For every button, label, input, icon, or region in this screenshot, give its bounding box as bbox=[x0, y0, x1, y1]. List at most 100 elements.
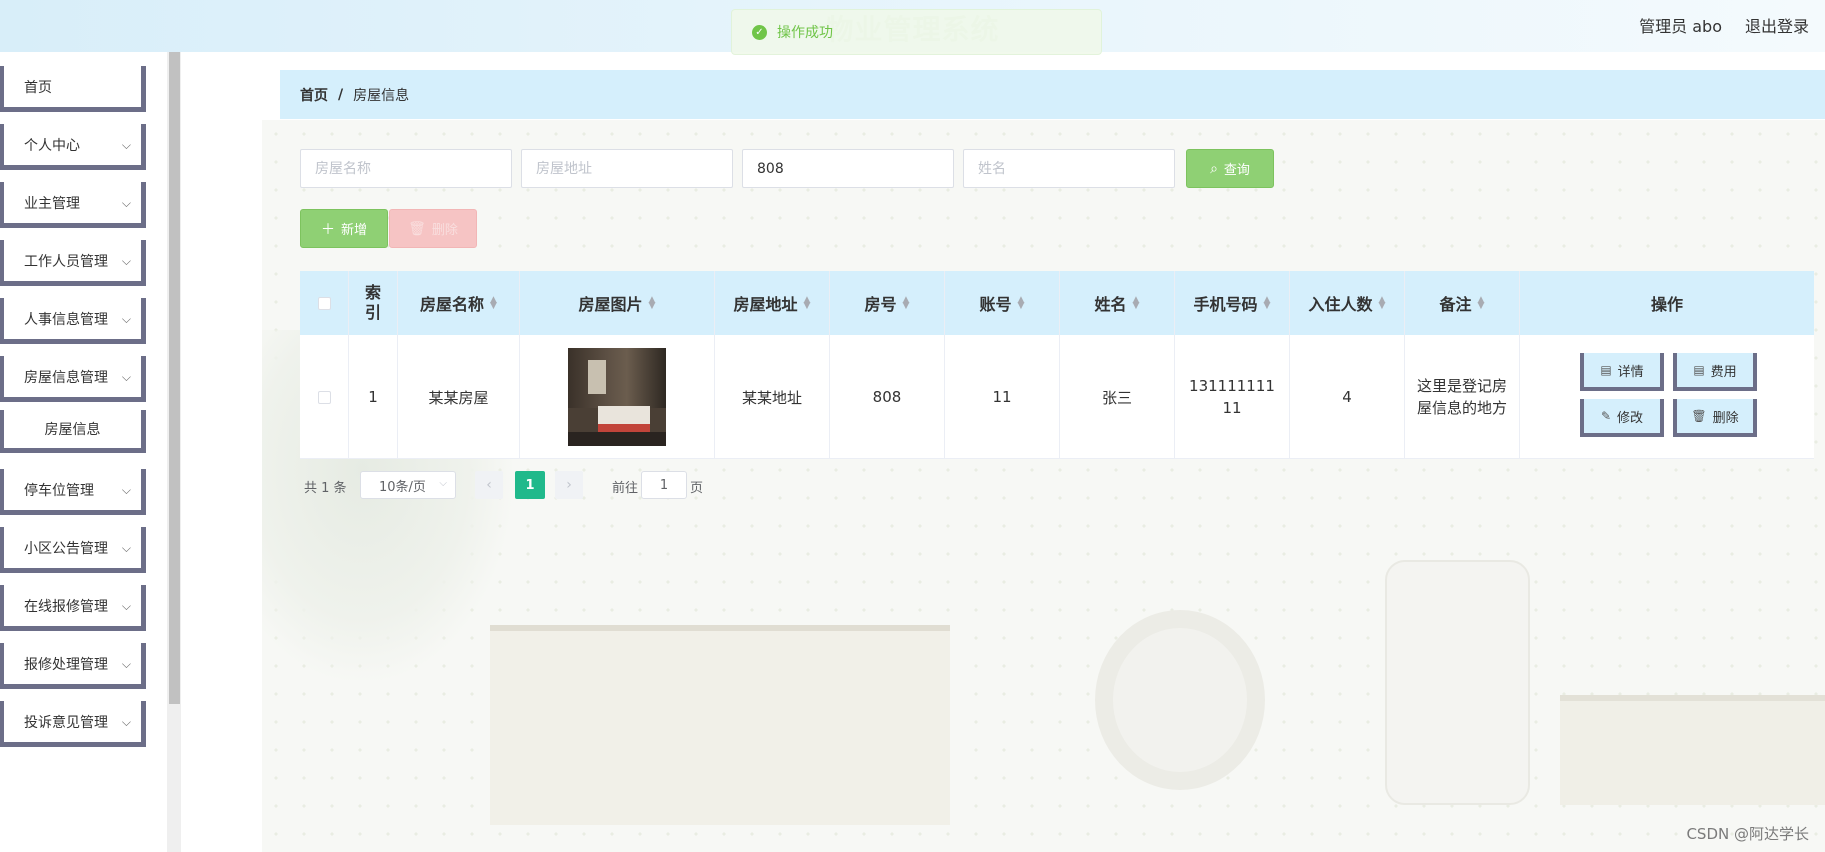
cell-house-name: 某某房屋 bbox=[398, 335, 520, 459]
sidebar-item-label: 在线报修管理 bbox=[24, 598, 108, 615]
add-button[interactable]: ＋ 新增 bbox=[300, 209, 388, 248]
col-label: 房屋图片 bbox=[578, 295, 643, 314]
sidebar-item-repair-handling[interactable]: 报修处理管理 ⌵ bbox=[0, 643, 146, 689]
sidebar-item-home[interactable]: 首页 bbox=[0, 66, 146, 112]
sidebar-item-label: 个人中心 bbox=[24, 137, 80, 154]
col-index: 索引 bbox=[349, 271, 398, 335]
prev-page-button[interactable]: ‹ bbox=[475, 471, 503, 499]
col-residents[interactable]: 入住人数 ▲ ▼ bbox=[1290, 271, 1405, 335]
cell-note: 这里是登记房屋信息的地方 bbox=[1405, 335, 1520, 459]
house-name-input[interactable] bbox=[300, 149, 512, 188]
edit-button-label: 修改 bbox=[1617, 410, 1644, 426]
sidebar-item-hr-management[interactable]: 人事信息管理 ⌵ bbox=[0, 298, 146, 344]
sidebar-item-owner-management[interactable]: 业主管理 ⌵ bbox=[0, 182, 146, 228]
fee-button[interactable]: ▤ 费用 bbox=[1673, 353, 1757, 391]
sidebar-item-repair-request[interactable]: 在线报修管理 ⌵ bbox=[0, 585, 146, 631]
room-number-input[interactable] bbox=[742, 149, 954, 188]
logout-button[interactable]: 退出登录 bbox=[1745, 13, 1809, 37]
sort-icon[interactable]: ▲ ▼ bbox=[1133, 296, 1140, 311]
search-icon: ⌕ bbox=[1210, 160, 1218, 177]
chevron-down-icon: ⌵ bbox=[121, 138, 131, 152]
cell-house-address: 某某地址 bbox=[715, 335, 830, 459]
next-page-button[interactable]: › bbox=[555, 471, 583, 499]
document-icon: ▤ bbox=[1600, 363, 1612, 377]
sort-icon[interactable]: ▲ ▼ bbox=[649, 296, 656, 311]
plus-icon: ＋ bbox=[320, 221, 335, 238]
chevron-right-icon: › bbox=[566, 477, 572, 493]
chevron-down-icon: ⌵ bbox=[121, 196, 131, 210]
breadcrumb: 首页 / 房屋信息 bbox=[280, 70, 1825, 119]
search-button[interactable]: ⌕ 查询 bbox=[1186, 149, 1274, 188]
page-size-select[interactable]: 10条/页 ⌵ bbox=[360, 471, 456, 499]
sort-icon[interactable]: ▲ ▼ bbox=[1478, 296, 1485, 311]
sidebar-item-personal-center[interactable]: 个人中心 ⌵ bbox=[0, 124, 146, 170]
sidebar-scrollbar-thumb[interactable] bbox=[169, 52, 180, 704]
col-account[interactable]: 账号 ▲ ▼ bbox=[945, 271, 1060, 335]
sort-icon[interactable]: ▲ ▼ bbox=[490, 296, 497, 311]
sidebar-item-notice-management[interactable]: 小区公告管理 ⌵ bbox=[0, 527, 146, 573]
house-address-input[interactable] bbox=[521, 149, 733, 188]
col-room[interactable]: 房号 ▲ ▼ bbox=[830, 271, 945, 335]
sidebar-item-label: 小区公告管理 bbox=[24, 540, 108, 557]
sidebar-item-house-management[interactable]: 房屋信息管理 ⌵ bbox=[0, 356, 146, 402]
sort-icon[interactable]: ▲ ▼ bbox=[903, 296, 910, 311]
current-user: 管理员 abo bbox=[1639, 17, 1722, 36]
batch-delete-button[interactable]: 🗑 删除 bbox=[389, 209, 477, 248]
cell-phone: 13111111111 bbox=[1175, 335, 1290, 459]
sidebar-item-label: 停车位管理 bbox=[24, 482, 94, 499]
sidebar-item-label: 人事信息管理 bbox=[24, 311, 108, 328]
pagination-total: 共 1 条 bbox=[304, 481, 347, 496]
sort-icon[interactable]: ▲ ▼ bbox=[1018, 296, 1025, 311]
col-label: 备注 bbox=[1439, 295, 1472, 314]
goto-label: 前往 bbox=[612, 481, 639, 496]
cell-operations: ▤ 详情 ▤ 费用 ✎ 修改 🗑 删除 bbox=[1520, 335, 1814, 459]
sidebar-subitem-house-info[interactable]: 房屋信息 bbox=[0, 410, 146, 453]
page-size-value: 10条/页 bbox=[379, 479, 426, 495]
breadcrumb-separator: / bbox=[338, 86, 344, 103]
sidebar-item-complaint-management[interactable]: 投诉意见管理 ⌵ bbox=[0, 701, 146, 747]
col-note[interactable]: 备注 ▲ ▼ bbox=[1405, 271, 1520, 335]
sidebar-item-label: 工作人员管理 bbox=[24, 253, 108, 270]
chevron-down-icon: ⌵ bbox=[121, 599, 131, 613]
edit-button[interactable]: ✎ 修改 bbox=[1580, 399, 1664, 437]
select-all-cell bbox=[300, 271, 349, 335]
batch-delete-label: 删除 bbox=[431, 223, 458, 238]
detail-button[interactable]: ▤ 详情 bbox=[1580, 353, 1664, 391]
chevron-down-icon: ⌵ bbox=[121, 541, 131, 555]
goto-page-input[interactable] bbox=[641, 471, 687, 499]
col-house-address[interactable]: 房屋地址 ▲ ▼ bbox=[715, 271, 830, 335]
col-label: 房屋名称 bbox=[420, 295, 485, 314]
chevron-left-icon: ‹ bbox=[486, 477, 492, 493]
sort-icon[interactable]: ▲ ▼ bbox=[1379, 296, 1386, 311]
add-button-label: 新增 bbox=[340, 223, 367, 238]
background-box-decoration bbox=[1560, 695, 1825, 805]
breadcrumb-home[interactable]: 首页 bbox=[300, 85, 328, 105]
page-number-current[interactable]: 1 bbox=[515, 471, 545, 499]
col-house-name[interactable]: 房屋名称 ▲ ▼ bbox=[398, 271, 520, 335]
table-row: 1 某某房屋 某某地址 808 11 张三 13111111111 4 这里是登… bbox=[300, 335, 1814, 459]
col-name[interactable]: 姓名 ▲ ▼ bbox=[1060, 271, 1175, 335]
chevron-down-icon: ⌵ bbox=[121, 254, 131, 268]
row-select-cell bbox=[300, 335, 349, 459]
col-label: 手机号码 bbox=[1193, 295, 1258, 314]
sidebar-item-label: 报修处理管理 bbox=[24, 656, 108, 673]
check-circle-icon: ✓ bbox=[752, 24, 767, 40]
row-checkbox[interactable] bbox=[317, 390, 331, 404]
house-image-thumbnail[interactable] bbox=[568, 348, 666, 446]
house-table: 索引 房屋名称 ▲ ▼ 房屋图片 ▲ ▼ 房屋地址 ▲ ▼ 房号 ▲ ▼ 账号 ▲ ▼ 姓… bbox=[300, 271, 1814, 459]
edit-icon: ✎ bbox=[1600, 409, 1612, 423]
col-label: 姓名 bbox=[1094, 295, 1127, 314]
select-all-checkbox[interactable] bbox=[317, 296, 331, 310]
col-house-image[interactable]: 房屋图片 ▲ ▼ bbox=[520, 271, 715, 335]
owner-name-input[interactable] bbox=[963, 149, 1175, 188]
sidebar-item-staff-management[interactable]: 工作人员管理 ⌵ bbox=[0, 240, 146, 286]
row-delete-button[interactable]: 🗑 删除 bbox=[1673, 399, 1757, 437]
chevron-down-icon: ⌵ bbox=[439, 478, 447, 489]
col-label: 入住人数 bbox=[1308, 295, 1373, 314]
sort-icon[interactable]: ▲ ▼ bbox=[1264, 296, 1271, 311]
col-phone[interactable]: 手机号码 ▲ ▼ bbox=[1175, 271, 1290, 335]
fee-button-label: 费用 bbox=[1710, 364, 1737, 380]
sort-icon[interactable]: ▲ ▼ bbox=[804, 296, 811, 311]
sidebar-item-label: 首页 bbox=[24, 79, 52, 96]
sidebar-item-parking-management[interactable]: 停车位管理 ⌵ bbox=[0, 469, 146, 515]
